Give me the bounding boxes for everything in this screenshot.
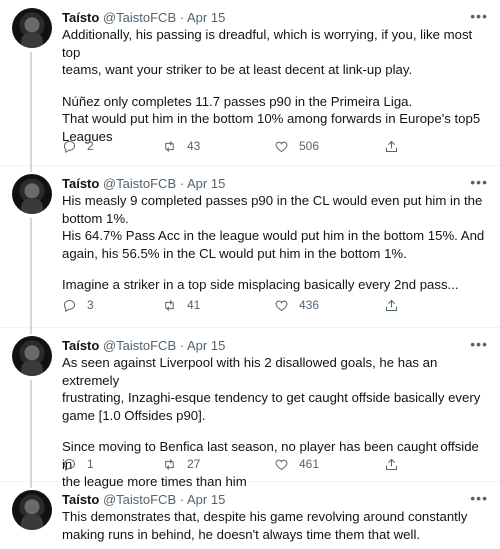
reply-count: 2 — [87, 139, 94, 153]
like-count: 436 — [299, 298, 320, 312]
tweet-line: making runs in behind, he doesn't always… — [62, 526, 421, 542]
tweet-line: Núñez only completes 11.7 passes p90 in … — [62, 93, 413, 109]
share-button[interactable] — [384, 137, 399, 155]
reply-icon — [63, 140, 76, 153]
tweet-line: Imagine a striker in a top side misplaci… — [62, 277, 459, 292]
tweet-date[interactable]: Apr 15 — [187, 10, 225, 25]
separator: · — [179, 176, 185, 191]
tweet-line: His 64.7% Pass Acc in the league would p… — [62, 228, 485, 243]
tweet-4[interactable]: Taísto @TaistoFCB · Apr 15 ••• This demo… — [0, 482, 500, 549]
share-button[interactable] — [384, 455, 399, 473]
avatar[interactable] — [12, 174, 52, 214]
reply-button[interactable]: 1 — [62, 455, 94, 473]
tweet-line: This demonstrates that, despite his game… — [62, 509, 468, 524]
tweet-2[interactable]: Taísto @TaistoFCB · Apr 15 ••• His measl… — [0, 166, 500, 328]
like-count: 506 — [299, 139, 320, 153]
tweet-header: Taísto @TaistoFCB · Apr 15 ••• — [62, 7, 488, 27]
author-handle[interactable]: @TaistoFCB — [103, 492, 176, 507]
like-count: 461 — [299, 457, 320, 471]
tweet-3[interactable]: Taísto @TaistoFCB · Apr 15 ••• As seen a… — [0, 328, 500, 489]
reply-button[interactable]: 3 — [62, 296, 94, 314]
tweet-line: frustrating, Inzaghi-esque tendency to g… — [62, 390, 481, 405]
tweet-thread: Taísto @TaistoFCB · Apr 15 ••• Additiona… — [0, 0, 500, 549]
thread-connector — [30, 380, 32, 482]
thread-connector — [30, 218, 32, 328]
tweet-text: Additionally, his passing is dreadful, w… — [62, 26, 490, 145]
share-button[interactable] — [384, 296, 399, 314]
avatar[interactable] — [12, 8, 52, 48]
retweet-count: 43 — [187, 139, 201, 153]
thread-connector — [30, 52, 32, 166]
thread-connector — [30, 328, 32, 334]
author-handle[interactable]: @TaistoFCB — [103, 338, 176, 353]
tweet-actions: 1 27 461 — [62, 455, 422, 473]
heart-icon — [275, 300, 288, 311]
retweet-count: 41 — [187, 298, 201, 312]
like-button[interactable]: 461 — [274, 455, 319, 473]
tweet-actions: 3 41 436 — [62, 296, 422, 314]
tweet-line: His measly 9 completed passes p90 in the… — [62, 193, 483, 208]
more-icon[interactable]: ••• — [470, 335, 488, 353]
reply-icon — [63, 458, 76, 471]
retweet-icon — [165, 299, 174, 311]
tweet-date[interactable]: Apr 15 — [187, 338, 225, 353]
author-name[interactable]: Taísto — [62, 10, 99, 25]
tweet-header: Taísto @TaistoFCB · Apr 15 ••• — [62, 489, 488, 509]
retweet-icon — [165, 458, 174, 470]
more-icon[interactable]: ••• — [470, 489, 488, 507]
avatar[interactable] — [12, 336, 52, 376]
tweet-text: His measly 9 completed passes p90 in the… — [62, 192, 490, 294]
thread-connector — [30, 482, 32, 488]
tweet-line: game [1.0 Offsides p90]. — [62, 407, 206, 423]
retweet-button[interactable]: 27 — [162, 455, 200, 473]
tweet-header: Taísto @TaistoFCB · Apr 15 ••• — [62, 335, 488, 355]
share-icon — [386, 458, 397, 470]
thread-connector — [30, 166, 32, 172]
heart-icon — [275, 141, 288, 152]
tweet-line: That would put him in the bottom 10% amo… — [62, 111, 481, 126]
tweet-date[interactable]: Apr 15 — [187, 176, 225, 191]
reply-count: 1 — [87, 457, 94, 471]
tweet-1[interactable]: Taísto @TaistoFCB · Apr 15 ••• Additiona… — [0, 0, 500, 166]
share-icon — [386, 140, 397, 152]
tweet-line: teams, want your striker to be at least … — [62, 62, 413, 77]
retweet-icon — [165, 140, 174, 152]
more-icon[interactable]: ••• — [470, 7, 488, 25]
retweet-count: 27 — [187, 457, 201, 471]
tweet-line: bottom 1%. — [62, 210, 129, 226]
tweet-line: again, his 56.5% in the CL would put him… — [62, 245, 407, 261]
avatar[interactable] — [12, 490, 52, 530]
author-name[interactable]: Taísto — [62, 338, 99, 353]
more-icon[interactable]: ••• — [470, 173, 488, 191]
separator: · — [179, 492, 185, 507]
reply-button[interactable]: 2 — [62, 137, 94, 155]
tweet-text: This demonstrates that, despite his game… — [62, 508, 490, 543]
reply-icon — [63, 299, 76, 312]
author-name[interactable]: Taísto — [62, 176, 99, 191]
separator: · — [179, 10, 185, 25]
reply-count: 3 — [87, 298, 94, 312]
separator: · — [179, 338, 185, 353]
tweet-date[interactable]: Apr 15 — [187, 492, 225, 507]
tweet-line: Additionally, his passing is dreadful, w… — [62, 27, 473, 60]
share-icon — [386, 299, 397, 311]
tweet-header: Taísto @TaistoFCB · Apr 15 ••• — [62, 173, 488, 193]
retweet-button[interactable]: 43 — [162, 137, 200, 155]
like-button[interactable]: 436 — [274, 296, 319, 314]
tweet-actions: 2 43 506 — [62, 137, 422, 155]
heart-icon — [275, 459, 288, 470]
like-button[interactable]: 506 — [274, 137, 319, 155]
author-handle[interactable]: @TaistoFCB — [103, 10, 176, 25]
tweet-line: As seen against Liverpool with his 2 dis… — [62, 355, 438, 388]
author-handle[interactable]: @TaistoFCB — [103, 176, 176, 191]
retweet-button[interactable]: 41 — [162, 296, 200, 314]
author-name[interactable]: Taísto — [62, 492, 99, 507]
